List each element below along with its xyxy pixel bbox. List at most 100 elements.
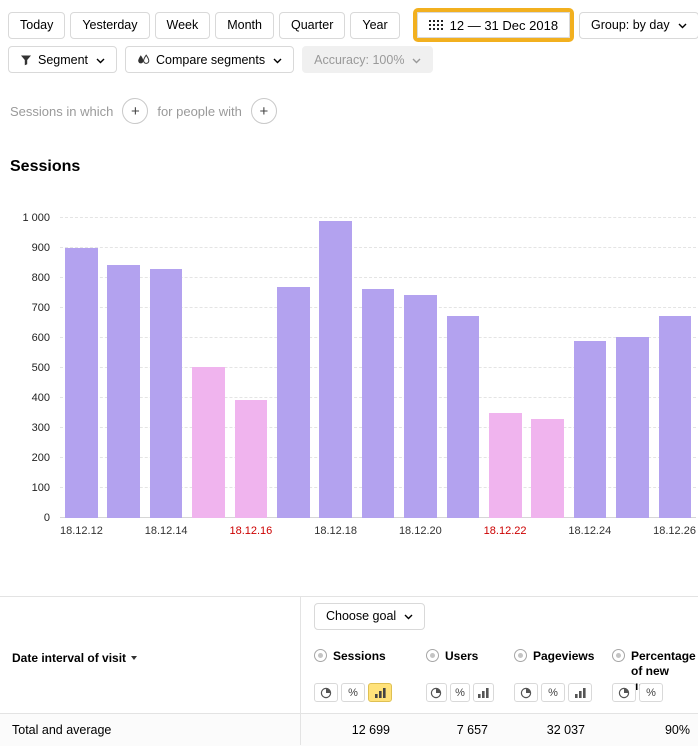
bar-18.12.17[interactable] <box>277 287 310 518</box>
bar-slot <box>230 218 272 518</box>
view-toggle-group: % <box>514 683 592 702</box>
pie-view-button[interactable] <box>514 683 538 702</box>
period-week-button[interactable]: Week <box>155 12 211 39</box>
chart-bars <box>60 218 696 518</box>
total-label: Total and average <box>0 723 300 737</box>
y-axis-label: 400 <box>32 392 50 404</box>
metrics-table: Choose goal Date interval of visit Sessi… <box>0 596 698 745</box>
bars-view-button[interactable] <box>368 683 392 702</box>
x-axis-label <box>611 525 653 537</box>
bar-slot <box>272 218 314 518</box>
pie-view-button[interactable] <box>314 683 338 702</box>
accuracy-label: Accuracy: 100% <box>314 53 404 67</box>
total-row[interactable]: Total and average 12 699 7 657 32 037 90… <box>0 713 698 746</box>
x-axis-label: 18.12.26 <box>653 525 696 537</box>
x-axis-label <box>357 525 399 537</box>
y-axis-label: 300 <box>32 422 50 434</box>
accuracy-dropdown[interactable]: Accuracy: 100% <box>302 46 433 73</box>
x-axis-label: 18.12.18 <box>314 525 357 537</box>
sort-caret-icon <box>131 656 137 660</box>
bar-slot <box>569 218 611 518</box>
add-session-condition-button[interactable]: + <box>122 98 148 124</box>
metric-radio[interactable] <box>426 649 439 662</box>
period-today-button[interactable]: Today <box>8 12 65 39</box>
bar-18.12.24[interactable] <box>574 341 607 518</box>
x-axis-label: 18.12.16 <box>229 525 272 537</box>
segment-dropdown[interactable]: Segment <box>8 46 117 73</box>
column-header-users: Users % <box>412 635 500 713</box>
metric-radio[interactable] <box>514 649 527 662</box>
date-range-button[interactable]: 12 — 31 Dec 2018 <box>417 12 570 38</box>
bars-view-button[interactable] <box>473 683 494 702</box>
column-label: Pageviews <box>533 649 594 664</box>
bar-18.12.19[interactable] <box>362 289 395 519</box>
column-header-pageviews: Pageviews % <box>500 635 598 713</box>
date-range-label: 12 — 31 Dec 2018 <box>450 18 558 33</box>
plus-icon: + <box>131 104 140 119</box>
chevron-down-icon <box>678 18 687 32</box>
bar-18.12.14[interactable] <box>150 269 183 518</box>
group-by-label: Group: by day <box>591 18 670 32</box>
y-axis-label: 700 <box>32 302 50 314</box>
period-yesterday-button[interactable]: Yesterday <box>70 12 149 39</box>
bar-18.12.22[interactable] <box>489 413 522 518</box>
bar-18.12.23[interactable] <box>531 419 564 518</box>
segment-label: Segment <box>38 53 88 67</box>
percent-view-button[interactable]: % <box>450 683 471 702</box>
bar-18.12.26[interactable] <box>659 316 692 519</box>
dimension-header[interactable]: Date interval of visit <box>0 635 300 713</box>
x-axis-label <box>442 525 484 537</box>
bar-18.12.21[interactable] <box>447 316 480 518</box>
percent-view-button[interactable]: % <box>541 683 565 702</box>
compare-segments-dropdown[interactable]: Compare segments <box>125 46 294 73</box>
x-axis-label <box>103 525 145 537</box>
y-axis-label: 1 000 <box>22 212 50 224</box>
goal-row: Choose goal <box>0 597 698 635</box>
bar-18.12.20[interactable] <box>404 295 437 519</box>
for-people-with-label: for people with <box>157 104 242 119</box>
pie-view-button[interactable] <box>612 683 636 702</box>
chart-xlabels: 18.12.1218.12.1418.12.1618.12.1818.12.20… <box>60 525 696 537</box>
metric-radio[interactable] <box>314 649 327 662</box>
percent-view-button[interactable]: % <box>341 683 365 702</box>
percent-icon: % <box>348 687 358 699</box>
y-axis-label: 100 <box>32 482 50 494</box>
bars-view-button[interactable] <box>568 683 592 702</box>
chevron-down-icon <box>412 53 421 67</box>
metric-radio[interactable] <box>612 649 625 662</box>
droplets-icon <box>137 54 150 66</box>
percent-icon: % <box>646 687 656 699</box>
compare-segments-label: Compare segments <box>156 53 265 67</box>
bar-slot <box>526 218 568 518</box>
bar-slot <box>357 218 399 518</box>
percent-view-button[interactable]: % <box>639 683 663 702</box>
bar-18.12.12[interactable] <box>65 248 98 518</box>
bar-18.12.13[interactable] <box>107 265 140 519</box>
choose-goal-dropdown[interactable]: Choose goal <box>314 603 425 630</box>
period-month-button[interactable]: Month <box>215 12 274 39</box>
calendar-grid-icon <box>429 20 444 31</box>
bar-slot <box>399 218 441 518</box>
bar-18.12.15[interactable] <box>192 367 225 519</box>
pie-view-button[interactable] <box>426 683 447 702</box>
column-label: Users <box>445 649 478 664</box>
period-year-button[interactable]: Year <box>350 12 399 39</box>
funnel-icon <box>20 54 32 66</box>
group-by-dropdown[interactable]: Group: by day <box>579 12 698 39</box>
bar-18.12.25[interactable] <box>616 337 649 519</box>
bar-slot <box>60 218 102 518</box>
chart-title: Sessions <box>10 158 80 176</box>
bar-18.12.18[interactable] <box>319 221 352 518</box>
condition-row: Sessions in which + for people with + <box>10 98 277 124</box>
y-axis-label: 500 <box>32 362 50 374</box>
choose-goal-label: Choose goal <box>326 609 396 623</box>
bar-slot <box>145 218 187 518</box>
dimension-label: Date interval of visit <box>12 651 126 665</box>
add-user-condition-button[interactable]: + <box>251 98 277 124</box>
y-axis-label: 600 <box>32 332 50 344</box>
period-quarter-button[interactable]: Quarter <box>279 12 345 39</box>
sessions-chart: 01002003004005006007008009001 000 18.12.… <box>0 218 698 537</box>
bar-18.12.16[interactable] <box>235 400 268 519</box>
x-axis-label <box>527 525 569 537</box>
y-axis-label: 0 <box>44 512 50 524</box>
